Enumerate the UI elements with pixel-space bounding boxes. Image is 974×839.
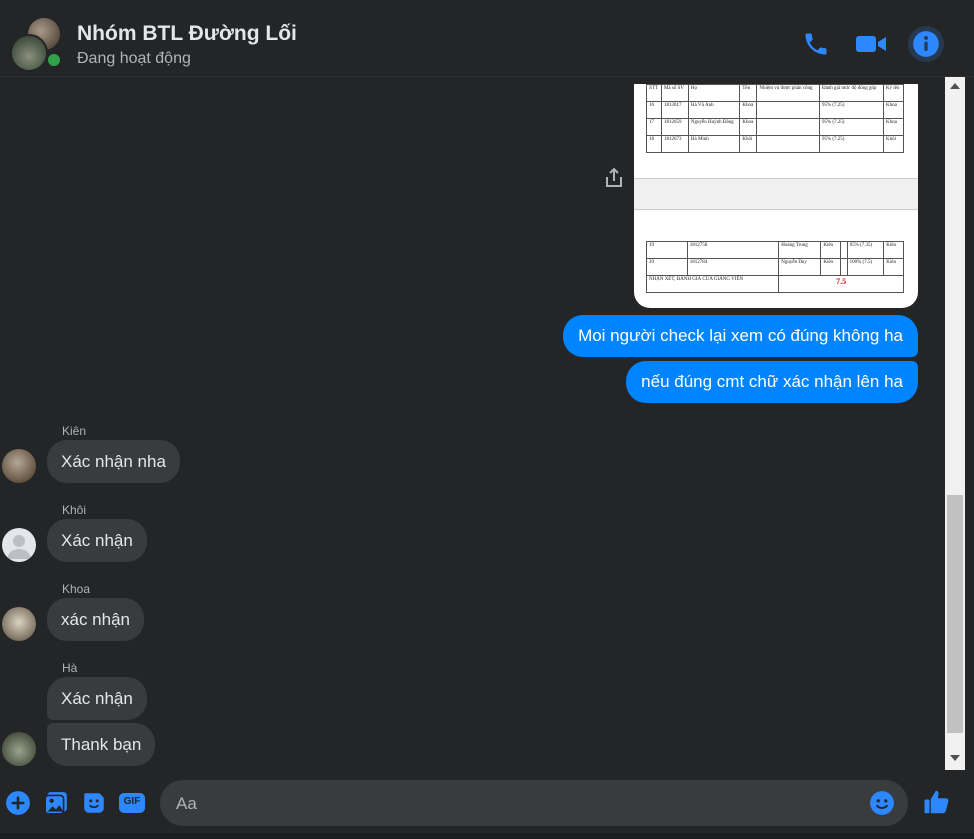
table-cell (756, 118, 820, 136)
sender-name: Hà (62, 661, 78, 675)
table-cell: Nguyễn Huỳnh Đăng (687, 118, 741, 136)
avatar[interactable] (2, 528, 36, 562)
photo-icon[interactable] (42, 789, 70, 817)
table-cell: Hà Vũ Anh (687, 101, 741, 119)
table-cell: 95% (7.25) (818, 101, 885, 119)
table-row: 19 1812758 Hoàng Trung Kiên 95% (7.35) K… (646, 241, 904, 259)
table-cell: 1813017 (660, 101, 689, 119)
score-value: 7.5 (778, 275, 904, 293)
document-table: 19 1812758 Hoàng Trung Kiên 95% (7.35) K… (645, 241, 904, 293)
emoji-icon[interactable] (868, 789, 896, 817)
table-cell: Hoàng Trung (778, 241, 822, 259)
table-header-cell: Nhiệm vụ được phân công (756, 84, 820, 102)
page-break (634, 178, 918, 210)
video-icon[interactable] (855, 28, 887, 60)
gif-label: GIF (123, 796, 141, 807)
table-cell: Khôi (883, 135, 904, 153)
table-row: 20 1812784 Nguyễn Duy Kiên 100% (7.5) Ki… (646, 258, 904, 276)
chat-header: Nhóm BTL Đường Lối Đang hoạt động (0, 0, 974, 77)
table-cell: 1812758 (686, 241, 780, 259)
table-header-cell: STT (646, 84, 662, 102)
incoming-message[interactable]: Thank bạn (47, 723, 156, 766)
info-icon (910, 28, 942, 60)
table-header-cell: Đánh giá mức độ đóng góp (818, 84, 885, 102)
table-header-cell: Mã số SV (660, 84, 689, 102)
online-indicator (46, 52, 62, 68)
table-cell: Khoa (739, 118, 758, 136)
sender-name: Kiên (62, 424, 87, 438)
avatar[interactable] (2, 607, 36, 641)
sticker-icon[interactable] (80, 789, 108, 817)
info-button[interactable] (908, 26, 944, 62)
incoming-message[interactable]: xác nhận (47, 598, 144, 641)
table-row: NHẬN XÉT, ĐÁNH GIÁ CỦA GIẢNG VIÊN 7.5 (645, 275, 904, 293)
table-cell: Kiên (820, 258, 841, 276)
table-cell: Hà Minh (687, 135, 741, 153)
active-status: Đang hoạt động (77, 50, 191, 67)
table-header-cell: Tên (739, 84, 758, 102)
outgoing-message[interactable]: Moi người check lại xem có đúng không ha (563, 315, 918, 357)
table-cell (839, 241, 848, 259)
outgoing-message[interactable]: nếu đúng cmt chữ xác nhận lên ha (626, 361, 918, 403)
sender-name: Khoa (62, 582, 91, 596)
scrollbar-thumb[interactable] (947, 495, 963, 733)
table-row: 18 1812673 Hà Minh Khôi 95% (7.25) Khôi (646, 135, 904, 153)
table-row: 16 1813017 Hà Vũ Anh Khoa 95% (7.25) Kho… (646, 101, 904, 119)
member-avatar (10, 34, 48, 72)
table-cell: 1812784 (686, 258, 780, 276)
like-icon[interactable] (922, 787, 952, 817)
conversation-title[interactable]: Nhóm BTL Đường Lối (77, 22, 297, 46)
sender-name: Khôi (62, 503, 87, 517)
table-cell: Kiên (820, 241, 841, 259)
table-cell (756, 101, 820, 119)
table-cell: Khoa (883, 101, 904, 119)
table-cell: 16 (646, 101, 662, 119)
table-cell: Khoa (739, 101, 758, 119)
phone-icon[interactable] (800, 28, 832, 60)
table-cell (756, 135, 820, 153)
message-input-box[interactable] (160, 780, 908, 828)
window-bottom-edge (0, 833, 974, 839)
table-header-cell: Ký tên (883, 84, 904, 102)
table-header-cell: Họ (687, 84, 741, 102)
table-cell: 100% (7.5) (846, 258, 885, 276)
table-cell: 17 (646, 118, 662, 136)
avatar[interactable] (2, 732, 36, 766)
table-cell: 1812659 (660, 118, 689, 136)
table-cell: Khoa (883, 118, 904, 136)
image-attachment[interactable]: STT Mã số SV Họ Tên Nhiệm vụ được phân c… (634, 84, 918, 308)
plus-icon[interactable] (4, 789, 32, 817)
avatar[interactable] (2, 449, 36, 483)
table-cell: Kiên (883, 258, 904, 276)
scroll-down-arrow[interactable] (950, 755, 960, 761)
table-cell (839, 258, 848, 276)
scroll-up-arrow[interactable] (950, 83, 960, 89)
table-cell: 95% (7.35) (846, 241, 885, 259)
gif-icon[interactable]: GIF (118, 789, 146, 817)
composer: GIF (0, 772, 974, 839)
table-cell: 95% (7.25) (818, 118, 885, 136)
table-cell: 19 (646, 241, 688, 259)
table-cell: Nguyễn Duy (778, 258, 822, 276)
share-icon[interactable] (602, 166, 626, 190)
table-cell: 1812673 (660, 135, 689, 153)
table-cell: Khôi (739, 135, 758, 153)
table-row: 17 1812659 Nguyễn Huỳnh Đăng Khoa 95% (7… (646, 118, 904, 136)
group-avatar[interactable] (10, 18, 62, 72)
message-input[interactable] (174, 780, 858, 828)
incoming-message[interactable]: Xác nhận (47, 519, 147, 562)
evaluation-label: NHẬN XÉT, ĐÁNH GIÁ CỦA GIẢNG VIÊN (645, 275, 780, 293)
table-cell: 18 (646, 135, 662, 153)
incoming-message[interactable]: Xác nhận (47, 677, 147, 720)
table-cell: Kiên (883, 241, 904, 259)
incoming-message[interactable]: Xác nhận nha (47, 440, 180, 483)
table-cell: 95% (7.25) (818, 135, 885, 153)
document-table: STT Mã số SV Họ Tên Nhiệm vụ được phân c… (646, 84, 904, 153)
scrollbar[interactable] (945, 77, 965, 770)
message-list[interactable]: STT Mã số SV Họ Tên Nhiệm vụ được phân c… (0, 77, 944, 770)
table-cell: 20 (646, 258, 688, 276)
